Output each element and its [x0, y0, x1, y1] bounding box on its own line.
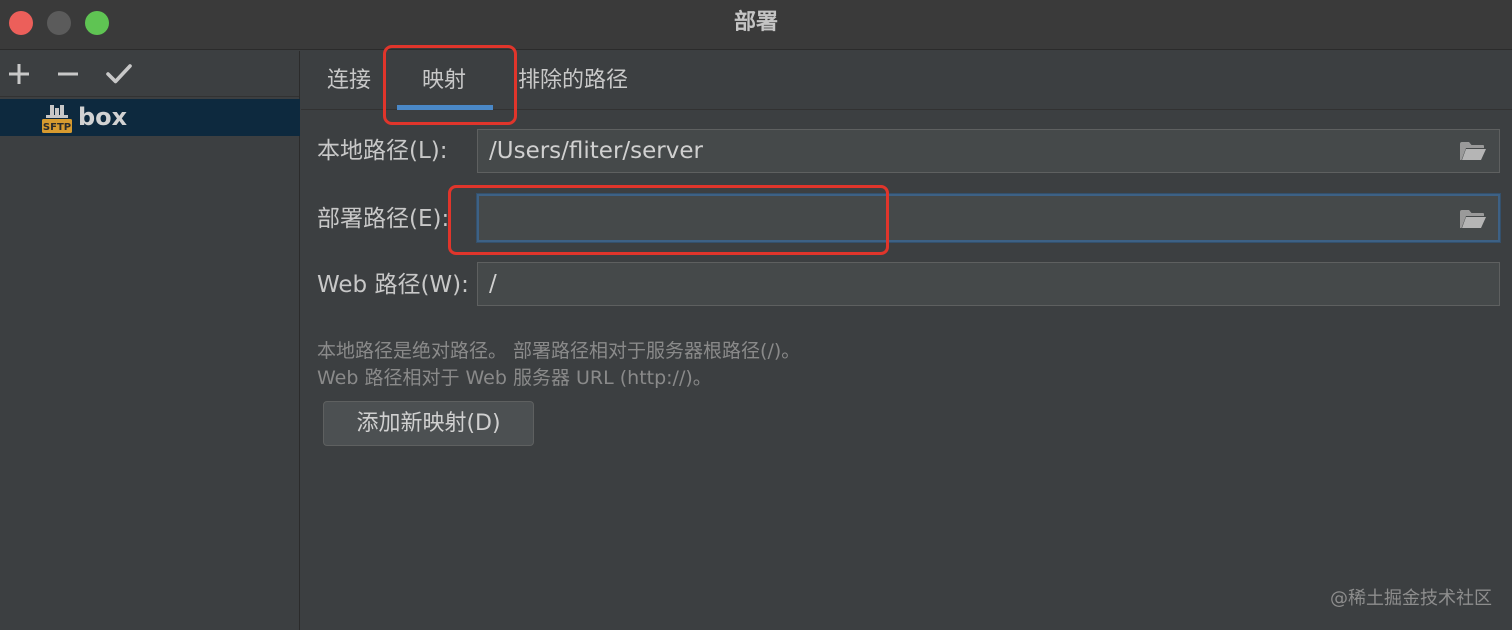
- minus-icon: [58, 72, 78, 76]
- browse-deploy-button[interactable]: [1456, 204, 1490, 234]
- settings-panel: 连接 映射 排除的路径 本地路径(L): 部署路径(E): Web 路径(W):…: [301, 45, 1512, 630]
- local-path-input[interactable]: [477, 129, 1500, 173]
- tab-bar: 连接 映射 排除的路径: [301, 45, 1512, 125]
- sidebar-item-box[interactable]: SFTP box: [0, 99, 300, 136]
- tab-excluded-paths[interactable]: 排除的路径: [518, 63, 628, 99]
- add-server-button[interactable]: [4, 59, 34, 89]
- window-title: 部署: [733, 10, 778, 35]
- watermark: @稀土掘金技术社区: [1330, 588, 1492, 609]
- folder-icon: [1460, 142, 1486, 160]
- add-mapping-button[interactable]: 添加新映射(D): [323, 401, 534, 446]
- sidebar-item-label: box: [78, 103, 128, 131]
- checkmark-icon: [106, 64, 132, 84]
- title-bar: 部署: [0, 0, 1512, 50]
- highlight-box-deploy-path: [448, 185, 889, 255]
- web-path-label: Web 路径(W):: [317, 272, 469, 298]
- plus-icon: [9, 64, 29, 84]
- hint-text-line-2: Web 路径相对于 Web 服务器 URL (http://)。: [317, 367, 712, 389]
- deploy-path-label: 部署路径(E):: [317, 206, 450, 232]
- browse-local-button[interactable]: [1456, 136, 1490, 166]
- folder-icon: [1460, 210, 1486, 228]
- sidebar-toolbar: [0, 51, 299, 97]
- web-path-input[interactable]: [477, 262, 1500, 306]
- sftp-badge-text: SFTP: [43, 122, 71, 133]
- sftp-icon: SFTP: [42, 105, 72, 133]
- set-default-button[interactable]: [104, 59, 134, 89]
- sidebar: SFTP box: [0, 51, 300, 630]
- tab-connection[interactable]: 连接: [327, 63, 371, 99]
- hint-text-line-1: 本地路径是绝对路径。 部署路径相对于服务器根路径(/)。: [317, 340, 801, 362]
- remove-server-button[interactable]: [53, 59, 83, 89]
- local-path-label: 本地路径(L):: [317, 138, 448, 164]
- highlight-box-tab: [383, 45, 517, 125]
